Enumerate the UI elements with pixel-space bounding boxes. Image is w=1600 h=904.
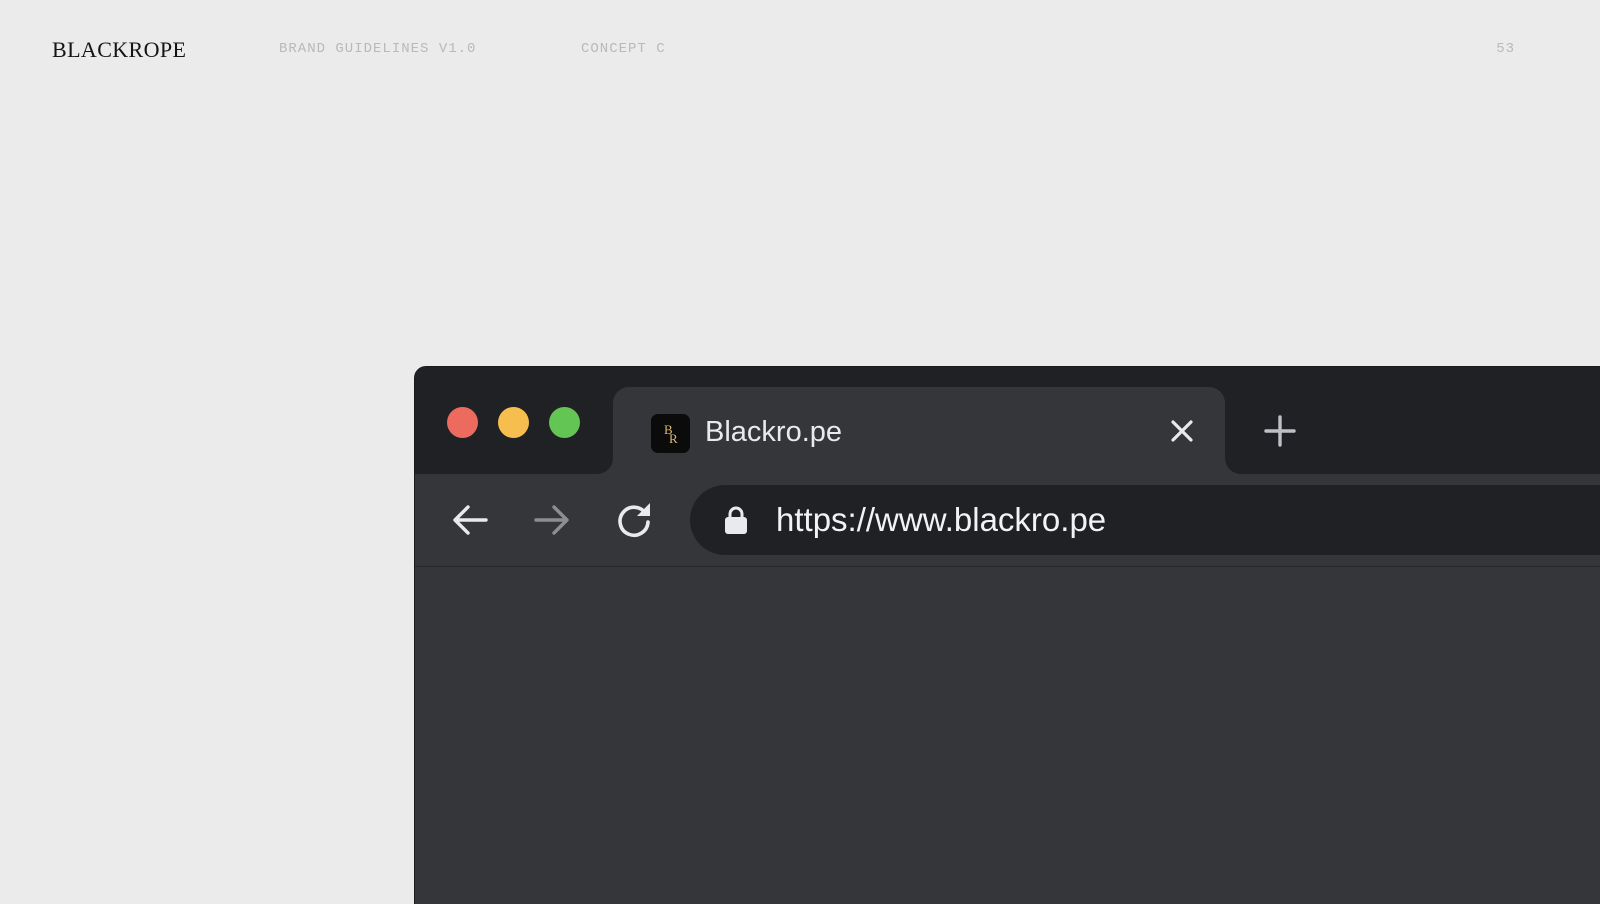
page-header: BLACKROPE BRAND GUIDELINES V1.0 CONCEPT … (0, 0, 1600, 100)
plus-icon[interactable] (1262, 413, 1298, 449)
browser-toolbar: https://www.blackro.pe (415, 474, 1600, 567)
concept-label: CONCEPT C (581, 41, 666, 57)
browser-window: B R Blackro.pe https://www.blackro.pe (414, 366, 1600, 904)
window-maximize-button[interactable] (549, 407, 580, 438)
page-number: 53 (1496, 41, 1515, 57)
address-bar[interactable]: https://www.blackro.pe (690, 485, 1600, 555)
arrow-right-icon[interactable] (530, 498, 574, 542)
favicon-letter-r: R (669, 431, 678, 446)
close-icon[interactable] (1168, 417, 1196, 445)
favicon: B R (651, 414, 690, 453)
url-text[interactable]: https://www.blackro.pe (776, 501, 1106, 539)
brand-logo: BLACKROPE (52, 37, 187, 62)
reload-icon[interactable] (612, 498, 656, 542)
arrow-left-icon[interactable] (448, 498, 492, 542)
document-title: BRAND GUIDELINES V1.0 (279, 41, 477, 57)
tab-title: Blackro.pe (705, 416, 843, 448)
window-minimize-button[interactable] (498, 407, 529, 438)
lock-icon (723, 505, 749, 535)
window-close-button[interactable] (447, 407, 478, 438)
active-tab[interactable]: B R Blackro.pe (613, 387, 1225, 474)
page-content-area (415, 567, 1600, 904)
tab-strip: B R Blackro.pe (415, 367, 1600, 474)
